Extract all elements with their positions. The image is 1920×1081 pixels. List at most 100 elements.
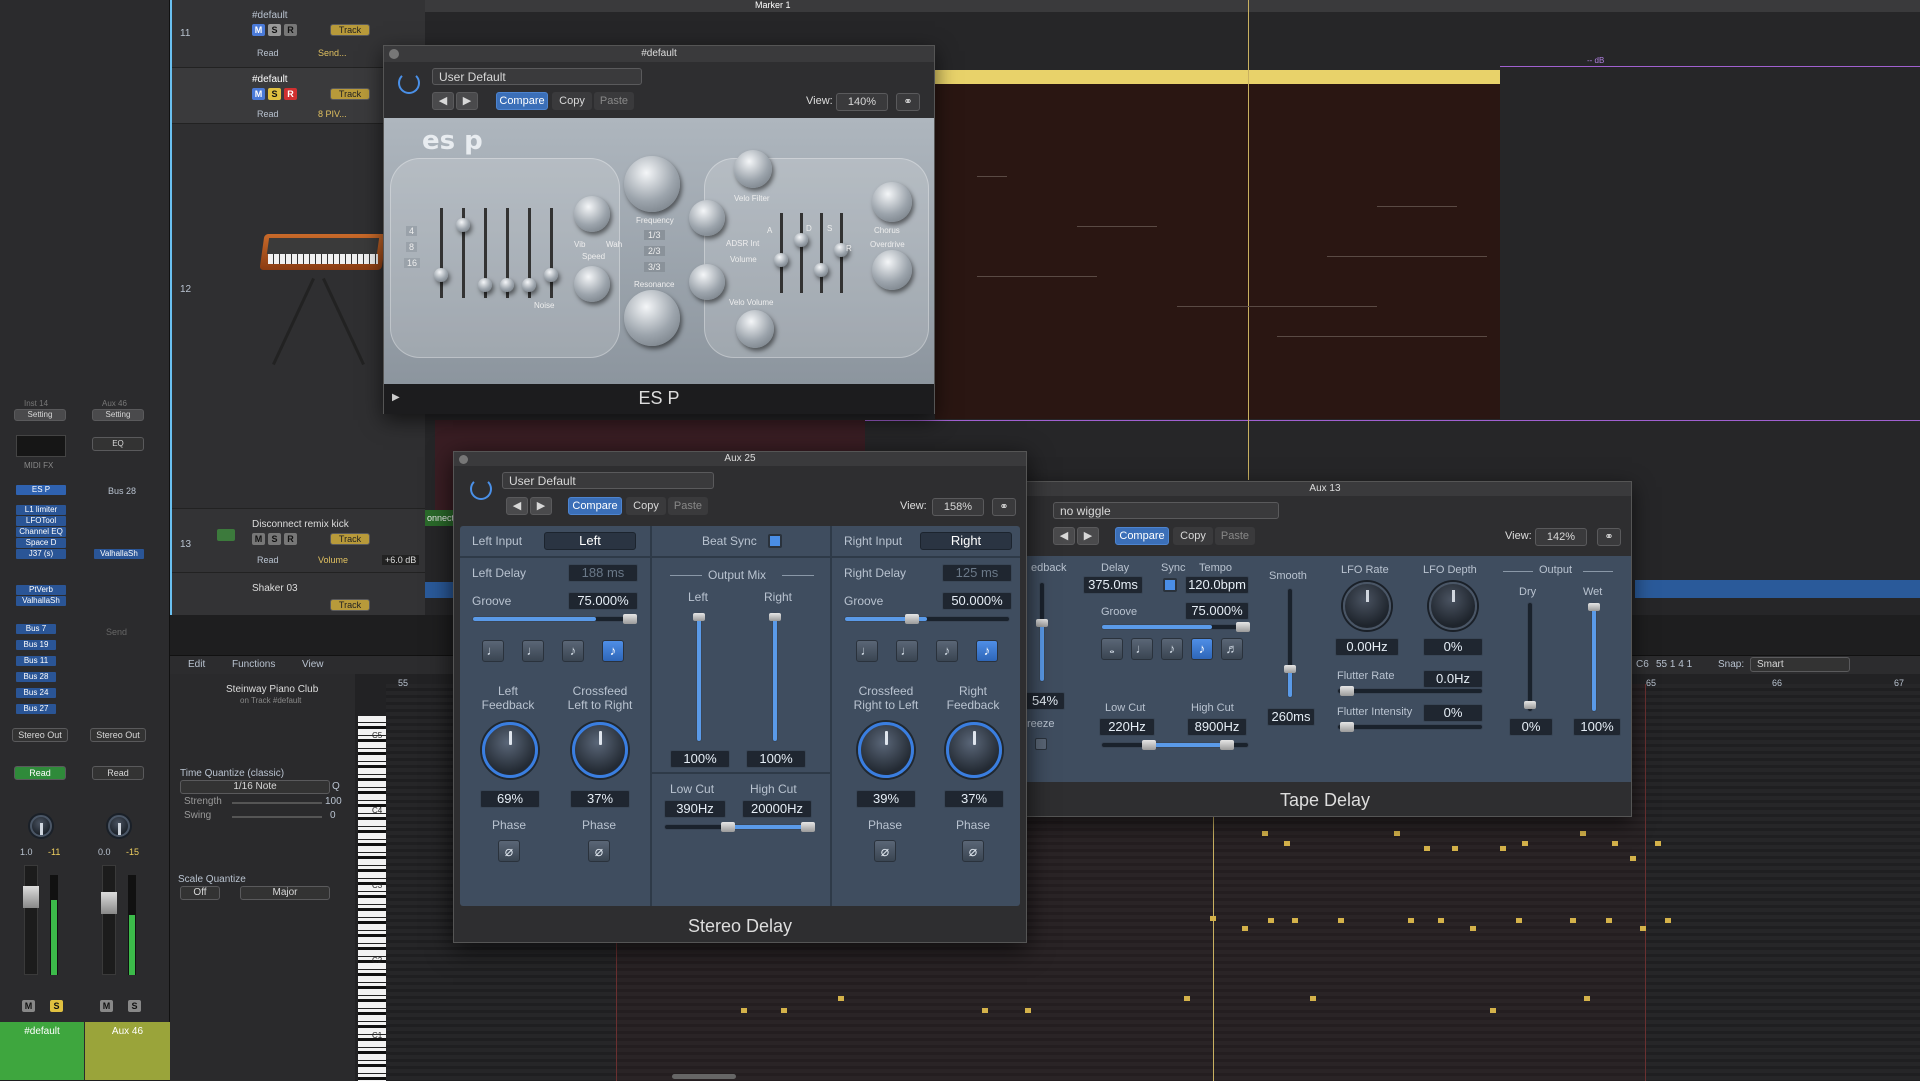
flutter-rate-value[interactable]: 0.0Hz (1423, 670, 1483, 688)
track-button[interactable]: Track (330, 88, 370, 100)
groove-value[interactable]: 75.000% (1185, 602, 1249, 620)
midi-note[interactable] (781, 1008, 787, 1013)
smooth-value[interactable]: 260ms (1267, 708, 1315, 726)
volume-db[interactable]: +6.0 dB (382, 555, 420, 565)
prev-preset-button[interactable]: ◀ (1053, 527, 1075, 545)
view-zoom-select[interactable]: 158% (932, 498, 984, 516)
region-dark[interactable] (935, 84, 1500, 419)
compare-button[interactable]: Compare (496, 92, 548, 110)
link-icon[interactable]: ⚭ (992, 498, 1016, 516)
midi-note[interactable] (1292, 918, 1298, 923)
left-feedback-value[interactable]: 69% (480, 790, 540, 808)
phase-invert-icon[interactable]: ⌀ (962, 840, 984, 862)
midi-note[interactable] (1522, 841, 1528, 846)
sync-checkbox[interactable] (1163, 578, 1177, 592)
copy-button[interactable]: Copy (552, 92, 592, 110)
solo-button[interactable]: S (268, 88, 281, 100)
right-feedback-value[interactable]: 37% (944, 790, 1004, 808)
eq-button[interactable]: EQ (92, 437, 144, 451)
midi-note[interactable] (1438, 918, 1444, 923)
adsr-s-slider[interactable] (814, 213, 828, 293)
left-feedback-knob[interactable] (482, 722, 538, 778)
pan-knob[interactable] (108, 815, 130, 837)
note-half-button[interactable]: ♩ (856, 640, 878, 662)
groove-left-value[interactable]: 75.000% (568, 592, 638, 610)
midi-note[interactable] (1516, 918, 1522, 923)
midi-note[interactable] (1612, 841, 1618, 846)
output-slot[interactable]: Stereo Out (12, 728, 68, 742)
feedback-slider[interactable] (1036, 582, 1048, 682)
copy-button[interactable]: Copy (626, 497, 666, 515)
feedback-value[interactable]: 54% (1025, 692, 1065, 710)
right-delay-value[interactable]: 125 ms (942, 564, 1012, 582)
adsr-a-slider[interactable] (774, 213, 788, 293)
midi-note[interactable] (1490, 1008, 1496, 1013)
oct-4[interactable]: 4 (406, 226, 418, 236)
automation-mode[interactable]: Read (257, 555, 279, 565)
mute-button[interactable]: M (252, 24, 265, 36)
compare-button[interactable]: Compare (568, 497, 622, 515)
view-zoom-select[interactable]: 140% (836, 93, 888, 111)
flutter-intensity-value[interactable]: 0% (1423, 704, 1483, 722)
region-yellow-header[interactable] (935, 70, 1500, 84)
low-cut-value[interactable]: 220Hz (1099, 718, 1155, 736)
tape-titlebar[interactable]: Aux 13 (1019, 482, 1631, 496)
link-icon[interactable]: ⚭ (1597, 528, 1621, 546)
flutter-intensity-slider[interactable] (1337, 722, 1483, 732)
send-slot-1[interactable]: PtVerb (16, 585, 66, 595)
bus-slot-4[interactable]: Bus 28 (16, 672, 56, 682)
prev-preset-button[interactable]: ◀ (506, 497, 528, 515)
view-zoom-select[interactable]: 142% (1535, 528, 1587, 546)
wave-slider-2[interactable] (456, 208, 470, 298)
smooth-slider[interactable] (1284, 588, 1296, 698)
adsr-d-slider[interactable] (794, 213, 808, 293)
note-sixteenth-button[interactable]: ♪ (976, 640, 998, 662)
region-shaker[interactable] (425, 582, 455, 598)
dry-slider[interactable] (1524, 602, 1536, 712)
volume-knob[interactable] (689, 264, 725, 300)
scale-off-select[interactable]: Off (180, 886, 220, 900)
note-eighth-button[interactable]: ♪ (562, 640, 584, 662)
velo-volume-knob[interactable] (736, 310, 774, 348)
freeze-button[interactable] (1035, 738, 1047, 750)
automation-param[interactable]: Volume (318, 555, 348, 565)
midi-note[interactable] (982, 1008, 988, 1013)
bus-slot-5[interactable]: Bus 24 (16, 688, 56, 698)
preset-select[interactable]: User Default (432, 68, 642, 85)
scroll-thumb[interactable] (672, 1074, 736, 1079)
midi-note[interactable] (1242, 926, 1248, 931)
midi-note[interactable] (1210, 916, 1216, 921)
copy-button[interactable]: Copy (1173, 527, 1213, 545)
scale-type-select[interactable]: Major (240, 886, 330, 900)
velo-filter-knob[interactable] (734, 150, 772, 188)
mix-right-value[interactable]: 100% (746, 750, 806, 768)
menu-functions[interactable]: Functions (232, 659, 275, 670)
wet-value[interactable]: 100% (1573, 718, 1621, 736)
power-icon[interactable] (470, 478, 492, 500)
wave-slider-4[interactable] (500, 208, 514, 298)
piano-keyboard[interactable] (358, 716, 386, 1081)
oct-16[interactable]: 16 (404, 258, 421, 268)
wave-slider-1[interactable] (434, 208, 448, 298)
high-cut-value[interactable]: 20000Hz (742, 800, 812, 818)
ruler[interactable] (425, 0, 1920, 12)
note-half-button[interactable]: ♩ (482, 640, 504, 662)
playhead[interactable] (1213, 816, 1214, 1081)
automation-mode[interactable]: Read (257, 48, 279, 58)
midi-note[interactable] (1452, 846, 1458, 851)
resonance-knob[interactable] (624, 290, 680, 346)
mute-button[interactable]: M (22, 1000, 35, 1012)
solo-button[interactable]: S (268, 24, 281, 36)
note-eighth-button[interactable]: ♪ (1191, 638, 1213, 660)
note-half-button[interactable]: ♩ (1131, 638, 1153, 660)
mute-button[interactable]: M (252, 88, 265, 100)
wet-slider[interactable] (1588, 602, 1600, 712)
track-button[interactable]: Track (330, 533, 370, 545)
bus-slot-1[interactable]: Bus 7 (16, 624, 56, 634)
overdrive-knob[interactable] (872, 250, 912, 290)
strip-name-2[interactable]: Aux 46 (85, 1022, 170, 1080)
groove-slider[interactable] (1101, 622, 1250, 632)
midi-note[interactable] (1408, 918, 1414, 923)
power-icon[interactable] (398, 72, 420, 94)
bus-slot-3[interactable]: Bus 11 (16, 656, 56, 666)
